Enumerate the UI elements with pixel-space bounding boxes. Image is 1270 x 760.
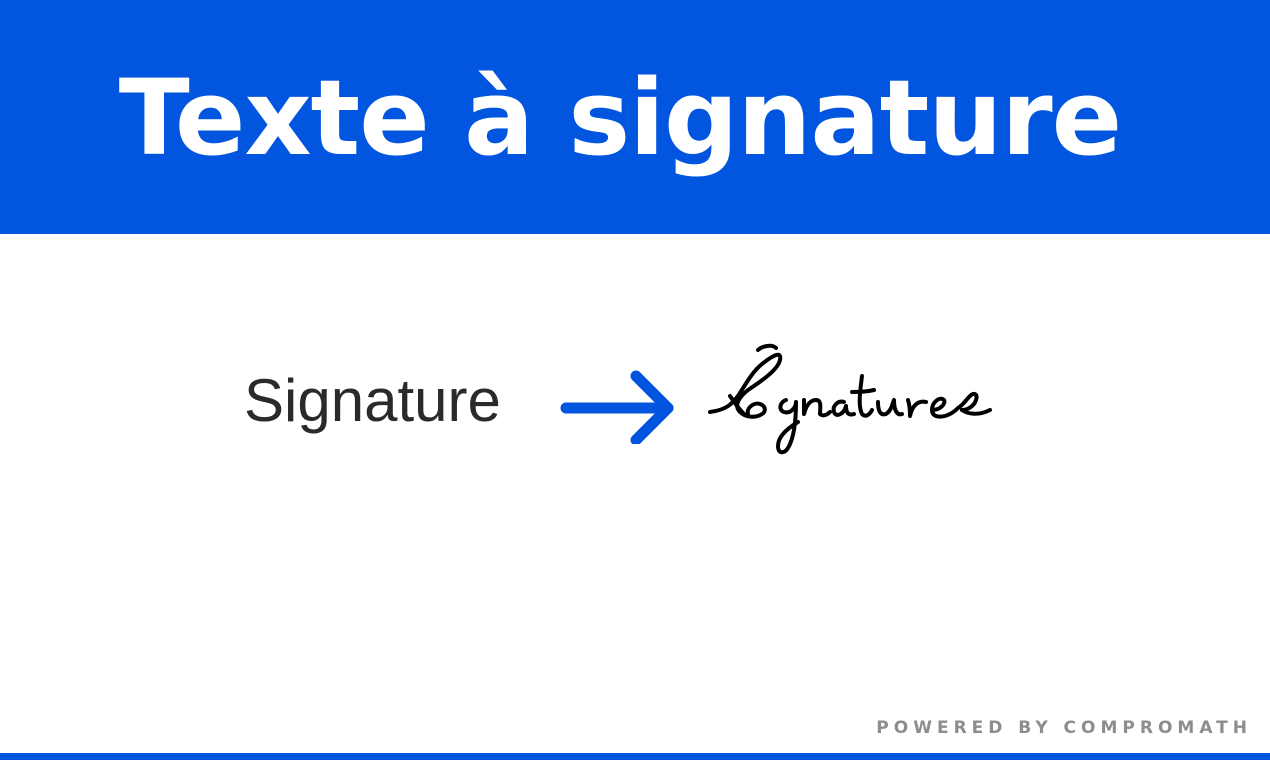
plain-text-sample: Signature (244, 367, 501, 434)
footer-bar (0, 753, 1270, 760)
arrow-right-icon (560, 370, 674, 444)
page-title: Texte à signature (118, 57, 1122, 179)
handwritten-signature (708, 343, 992, 455)
conversion-demo: Signature (0, 330, 1270, 470)
header-banner: Texte à signature (0, 0, 1270, 234)
powered-by-label: POWERED BY COMPROMATH (876, 718, 1252, 738)
